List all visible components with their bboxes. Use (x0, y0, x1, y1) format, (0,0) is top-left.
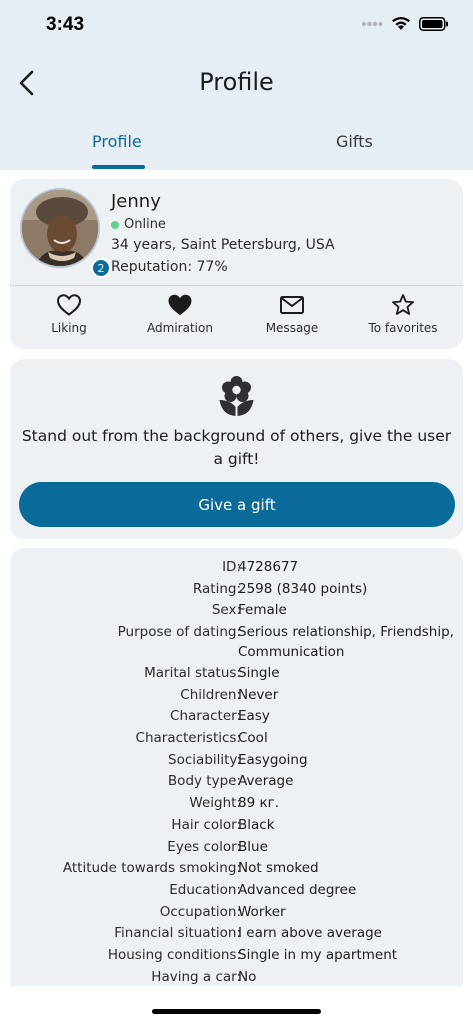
detail-value: Cool (238, 730, 268, 746)
liking-button[interactable]: Liking (14, 293, 124, 335)
detail-value: Easy (238, 708, 270, 724)
detail-value: Black (238, 817, 275, 833)
details-card: ID: 4728677 Rating: 2598 (8340 points) S… (10, 548, 463, 988)
detail-label: Hair color: (171, 817, 241, 833)
gift-prompt: Stand out from the background of others,… (21, 427, 452, 468)
detail-value: 89 кг. (238, 795, 280, 811)
detail-value: Single (238, 665, 280, 681)
detail-label: Occupation: (159, 904, 241, 920)
envelope-icon (280, 296, 304, 314)
wifi-icon (392, 17, 410, 30)
battery-icon (419, 16, 448, 31)
gift-card: Stand out from the background of others,… (10, 359, 463, 539)
liking-label: Liking (51, 321, 87, 335)
detail-value: I earn above average (238, 925, 382, 941)
tab-bar: Profile Gifts (0, 120, 473, 170)
star-outline-icon (392, 294, 414, 315)
detail-value: Blue (238, 839, 268, 855)
avatar-container[interactable]: 2 (20, 188, 111, 278)
online-dot-icon (111, 220, 119, 229)
to-favorites-button[interactable]: To favorites (348, 293, 458, 335)
profile-card: 2 Jenny Online 34 years, Saint Petersbur… (10, 179, 463, 349)
detail-label: Sociability: (168, 752, 241, 768)
divider (10, 285, 463, 286)
status-bar: 3:43 (0, 0, 473, 50)
page-title: Profile (199, 68, 274, 96)
detail-label: Financial situation: (114, 925, 241, 941)
tab-profile[interactable]: Profile (92, 132, 142, 151)
detail-value: No (238, 969, 257, 985)
online-status-label: Online (124, 217, 166, 232)
detail-value: Not smoked (238, 860, 319, 876)
detail-value: Worker (238, 904, 286, 920)
heart-outline-icon (56, 294, 82, 316)
detail-label: Purpose of dating: (117, 624, 241, 640)
admiration-button[interactable]: Admiration (125, 293, 235, 335)
detail-value: Never (238, 687, 279, 703)
detail-label: Eyes color: (167, 839, 241, 855)
detail-value: 4728677 (238, 559, 299, 575)
message-button[interactable]: Message (237, 293, 347, 335)
online-status: Online (111, 217, 166, 232)
detail-label: Weight: (189, 795, 241, 811)
detail-value: Easygoing (238, 752, 308, 768)
detail-label: Attitude towards smoking: (62, 860, 241, 876)
status-time: 3:43 (46, 14, 85, 35)
status-icons (361, 16, 449, 31)
profile-name: Jenny (111, 191, 161, 212)
bottom-safe-area (0, 986, 473, 1024)
message-label: Message (265, 321, 319, 335)
avatar[interactable] (20, 188, 100, 268)
avatar-photo (22, 190, 98, 266)
active-tab-indicator (92, 165, 145, 169)
detail-value: 2598 (8340 points) (238, 581, 368, 597)
detail-label: Sex: (211, 602, 241, 618)
signal-icon (361, 21, 383, 26)
profile-age-location: 34 years, Saint Petersburg, USA (111, 237, 335, 253)
detail-label: Characteristics: (135, 730, 241, 746)
tab-gifts[interactable]: Gifts (336, 132, 373, 151)
detail-value: Average (238, 773, 294, 789)
detail-label: Rating: (192, 581, 241, 597)
header: 3:43 Profile Profile Gifts (0, 0, 473, 170)
home-indicator[interactable] (152, 1009, 321, 1014)
detail-label: Housing conditions: (107, 947, 241, 963)
detail-value: Single in my apartment (238, 947, 398, 963)
detail-value: Serious relationship, Friendship, Commun… (238, 624, 454, 660)
detail-label: Education: (169, 882, 241, 898)
detail-label: Character: (170, 708, 241, 724)
detail-label: Having a car: (151, 969, 241, 985)
to-favorites-label: To favorites (368, 321, 438, 335)
detail-value: Advanced degree (238, 882, 357, 898)
detail-label: Marital status: (144, 665, 241, 681)
detail-value: Female (238, 602, 287, 618)
detail-label: Body type: (167, 773, 241, 789)
heart-filled-icon (168, 294, 192, 315)
detail-label: Children: (180, 687, 241, 703)
give-gift-button[interactable]: Give a gift (19, 482, 455, 527)
avatar-badge: 2 (91, 258, 111, 278)
admiration-label: Admiration (147, 321, 213, 335)
profile-reputation: Reputation: 77% (111, 259, 228, 275)
flower-icon (219, 376, 254, 416)
